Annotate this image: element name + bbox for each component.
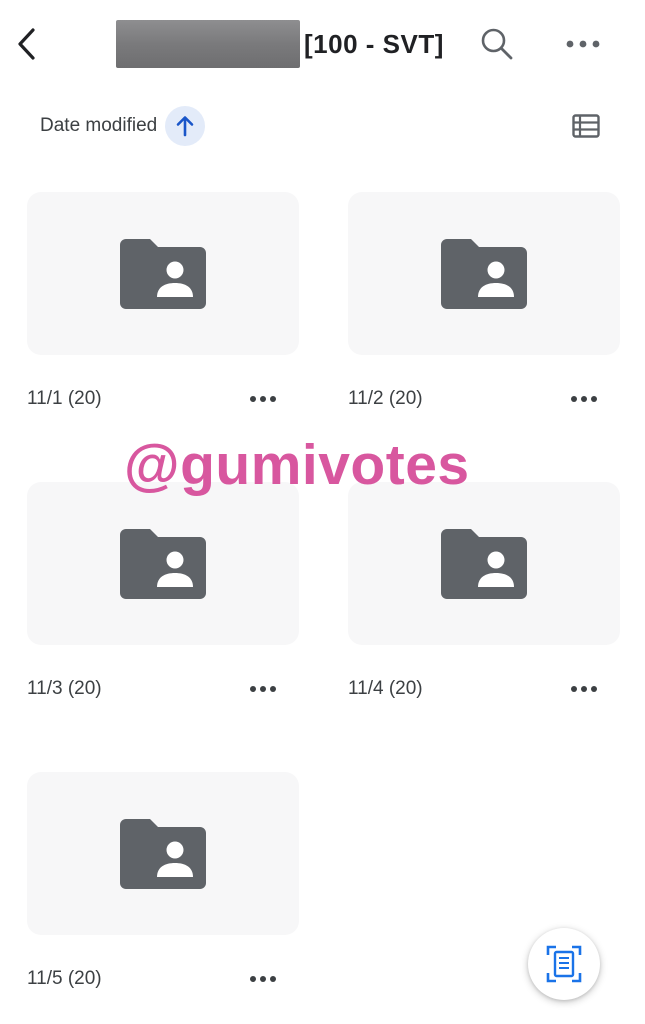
chevron-left-icon bbox=[18, 28, 35, 60]
folder-card: 11/4 (20) bbox=[348, 482, 620, 772]
folder-name: 11/2 (20) bbox=[348, 388, 423, 409]
folder-thumbnail[interactable] bbox=[27, 192, 299, 355]
folder-card-footer: 11/1 (20) bbox=[27, 384, 299, 414]
folder-title-text: [100 - SVT] bbox=[304, 28, 444, 59]
drive-folder-screen: [100 - SVT] Date modified 11/1 (20) 11/2… bbox=[0, 0, 645, 1024]
folder-grid: 11/1 (20) 11/2 (20) 11/3 (20) 11/4 (20) … bbox=[27, 192, 620, 1024]
folder-card-footer: 11/5 (20) bbox=[27, 964, 299, 994]
sort-direction-toggle[interactable] bbox=[165, 106, 206, 146]
more-horizontal-icon bbox=[250, 686, 276, 692]
folder-card-footer: 11/4 (20) bbox=[348, 674, 620, 704]
folder-title: [100 - SVT] bbox=[116, 20, 444, 68]
folder-name: 11/1 (20) bbox=[27, 388, 102, 409]
folder-thumbnail[interactable] bbox=[27, 482, 299, 645]
arrow-up-icon bbox=[176, 116, 194, 137]
list-view-icon bbox=[572, 114, 600, 138]
folder-name: 11/4 (20) bbox=[348, 678, 423, 699]
redacted-title-block bbox=[116, 20, 300, 68]
folder-thumbnail[interactable] bbox=[348, 482, 620, 645]
shared-folder-icon bbox=[120, 528, 206, 599]
folder-more-button[interactable] bbox=[564, 384, 604, 414]
folder-more-button[interactable] bbox=[243, 384, 283, 414]
scan-button[interactable] bbox=[528, 928, 600, 1000]
overflow-menu-button[interactable] bbox=[560, 26, 606, 62]
search-button[interactable] bbox=[474, 22, 520, 66]
shared-folder-icon bbox=[120, 238, 206, 309]
more-horizontal-icon bbox=[250, 396, 276, 402]
list-view-toggle[interactable] bbox=[566, 108, 606, 144]
folder-more-button[interactable] bbox=[564, 674, 604, 704]
more-horizontal-icon bbox=[250, 976, 276, 982]
folder-card-footer: 11/3 (20) bbox=[27, 674, 299, 704]
watermark-text: @gumivotes bbox=[124, 433, 470, 497]
more-horizontal-icon bbox=[571, 396, 597, 402]
folder-name: 11/5 (20) bbox=[27, 968, 102, 989]
folder-more-button[interactable] bbox=[243, 674, 283, 704]
shared-folder-icon bbox=[120, 818, 206, 889]
folder-name: 11/3 (20) bbox=[27, 678, 102, 699]
more-horizontal-icon bbox=[566, 40, 600, 48]
sort-label: Date modified bbox=[40, 115, 158, 136]
scan-document-icon bbox=[546, 945, 582, 983]
folder-card-footer: 11/2 (20) bbox=[348, 384, 620, 414]
folder-card: 11/3 (20) bbox=[27, 482, 299, 772]
back-button[interactable] bbox=[6, 22, 46, 66]
more-horizontal-icon bbox=[571, 686, 597, 692]
sort-control[interactable]: Date modified bbox=[40, 104, 206, 148]
shared-folder-icon bbox=[441, 238, 527, 309]
search-icon bbox=[481, 28, 513, 60]
shared-folder-icon bbox=[441, 528, 527, 599]
folder-thumbnail[interactable] bbox=[27, 772, 299, 935]
folder-card: 11/5 (20) bbox=[27, 772, 299, 1024]
folder-more-button[interactable] bbox=[243, 964, 283, 994]
folder-thumbnail[interactable] bbox=[348, 192, 620, 355]
